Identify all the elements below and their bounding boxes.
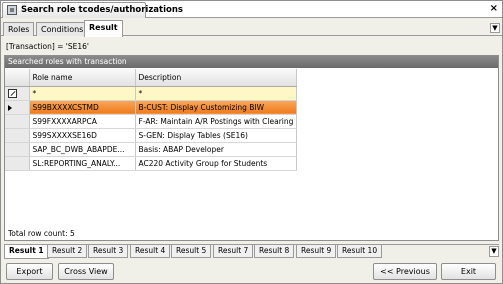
current-row-icon <box>8 104 12 111</box>
results-grid-panel: Searched roles with transaction Role nam… <box>4 55 499 241</box>
row-indicator-header <box>5 69 30 87</box>
edit-filter-icon[interactable] <box>8 88 17 98</box>
cell-role-name[interactable]: S99FXXXXARPCA <box>29 114 136 129</box>
table-row[interactable]: S99SXXXXSE16D S-GEN: Display Tables (SE1… <box>5 128 298 143</box>
column-header-role-name[interactable]: Role name <box>29 69 136 87</box>
window-title: Search role tcodes/authorizations <box>21 5 183 15</box>
table-row[interactable]: SL:REPORTING_ANALY... AC220 Activity Gro… <box>5 156 298 171</box>
table-row[interactable]: S99FXXXXARPCA F-AR: Maintain A/R Posting… <box>5 114 298 129</box>
tab-result-5[interactable]: Result 5 <box>171 245 212 258</box>
main-window: Search role tcodes/authorizations × Role… <box>0 0 503 284</box>
view-tabs: Roles Conditions Result ▼ <box>1 19 502 37</box>
chevron-down-icon[interactable]: ▼ <box>490 23 500 33</box>
exit-button[interactable]: Exit <box>441 263 496 280</box>
grid-caption: Searched roles with transaction <box>5 56 498 68</box>
table-row[interactable]: SAP_BC_DWB_ABAPDE... Basis: ABAP Develop… <box>5 142 298 157</box>
filter-condition: [Transaction] = 'SE16' <box>6 42 89 51</box>
table-row[interactable]: S99BXXXXCSTMD B-CUST: Display Customizin… <box>5 100 298 115</box>
cell-role-name[interactable]: SL:REPORTING_ANALY... <box>29 156 136 171</box>
cell-role-name[interactable]: S99BXXXXCSTMD <box>29 100 136 115</box>
row-indicator[interactable] <box>5 142 30 157</box>
tab-result-1[interactable]: Result 1 <box>4 245 49 259</box>
search-roles-icon <box>7 5 17 15</box>
cross-view-button[interactable]: Cross View <box>58 263 114 280</box>
tab-result-10[interactable]: Result 10 <box>337 245 383 258</box>
row-indicator[interactable] <box>5 156 30 171</box>
chevron-down-icon[interactable]: ▼ <box>489 246 499 257</box>
tab-result-4[interactable]: Result 4 <box>130 245 171 258</box>
table-header-row: Role name Description <box>5 69 298 87</box>
close-icon[interactable]: × <box>490 2 498 16</box>
result-tabs: Result 1 Result 2 Result 3 Result 4 Resu… <box>4 244 499 259</box>
filter-row-indicator[interactable] <box>5 86 30 101</box>
filter-cell-description[interactable]: * <box>135 86 298 101</box>
cell-description[interactable]: Basis: ABAP Developer <box>135 142 298 157</box>
tab-result-2[interactable]: Result 2 <box>47 245 88 258</box>
row-indicator[interactable] <box>5 100 30 115</box>
cell-description[interactable]: F-AR: Maintain A/R Postings with Clearin… <box>135 114 298 129</box>
filter-cell-role[interactable]: * <box>29 86 136 101</box>
tab-result-9[interactable]: Result 9 <box>296 245 337 258</box>
cell-role-name[interactable]: S99SXXXXSE16D <box>29 128 136 143</box>
tab-result-3[interactable]: Result 3 <box>88 245 129 258</box>
cell-description[interactable]: S-GEN: Display Tables (SE16) <box>135 128 298 143</box>
export-button[interactable]: Export <box>6 263 53 280</box>
title-bar: Search role tcodes/authorizations × <box>1 1 502 18</box>
cell-role-name[interactable]: SAP_BC_DWB_ABAPDE... <box>29 142 136 157</box>
cell-description[interactable]: B-CUST: Display Customizing BIW <box>135 100 298 115</box>
tab-result-8[interactable]: Result 8 <box>254 245 295 258</box>
tab-roles[interactable]: Roles <box>3 22 35 36</box>
filter-row: * * <box>5 86 298 101</box>
column-header-description[interactable]: Description <box>135 69 298 87</box>
cell-description[interactable]: AC220 Activity Group for Students <box>135 156 298 171</box>
row-indicator[interactable] <box>5 114 30 129</box>
tab-conditions[interactable]: Conditions <box>36 22 89 36</box>
previous-button[interactable]: << Previous <box>373 263 437 280</box>
tab-result-7[interactable]: Result 7 <box>213 245 254 258</box>
total-row-count: Total row count: 5 <box>8 229 75 238</box>
tab-result[interactable]: Result <box>84 20 123 37</box>
row-indicator[interactable] <box>5 128 30 143</box>
window-title-tab[interactable]: Search role tcodes/authorizations <box>2 2 183 18</box>
results-table: Role name Description * * S99BXXXXCSTMD … <box>5 69 298 171</box>
